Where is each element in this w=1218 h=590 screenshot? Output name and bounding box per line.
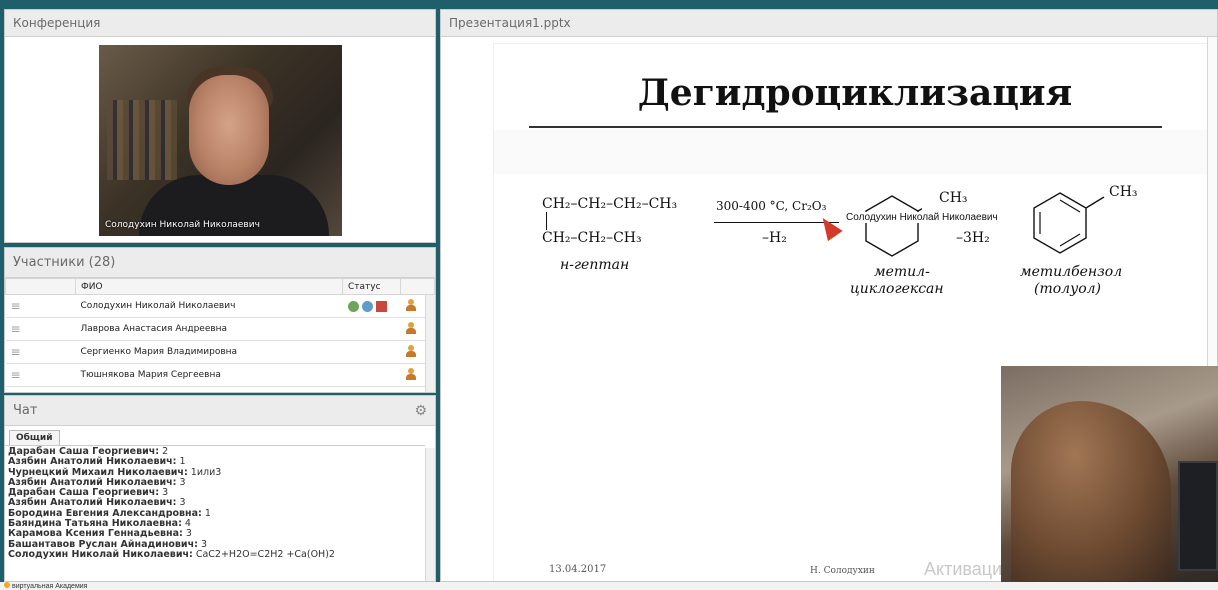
slide-title: Дегидроциклизация xyxy=(637,72,1073,114)
table-row[interactable]: ≡ Солодухин Николай Николаевич xyxy=(5,294,435,318)
presenter-icon xyxy=(375,300,387,312)
participants-scrollbar[interactable] xyxy=(425,295,435,392)
minus-h2: –H₂ xyxy=(762,230,787,246)
presentation-header: Презентация1.pptx xyxy=(441,10,1217,37)
main-video[interactable]: Солодухин Николай Николаевич xyxy=(99,45,342,236)
bond-line xyxy=(546,212,547,230)
participants-header: Участники (28) xyxy=(5,248,435,278)
monitor-bg xyxy=(1178,461,1218,571)
participant-name: Лаврова Анастасия Андреевна xyxy=(75,317,343,341)
participant-name: Сергиенко Мария Владимировна xyxy=(75,340,343,364)
title-rule xyxy=(529,126,1162,128)
webcam-icon xyxy=(347,300,359,312)
cyclohexane-ring xyxy=(865,195,922,257)
table-row[interactable]: ≡ Лаврова Анастасия Андреевна xyxy=(5,317,435,341)
app-flame-icon xyxy=(4,582,10,588)
drag-handle-icon[interactable]: ≡ xyxy=(11,368,21,382)
participant-name: Тюшнякова Мария Сергеевна xyxy=(75,363,343,387)
participants-panel: Участники (28) ФИО Статус ≡ Солодухин Ни… xyxy=(4,247,436,393)
participants-table: ФИО Статус ≡ Солодухин Николай Николаеви… xyxy=(5,278,435,387)
col-name[interactable]: ФИО xyxy=(75,278,343,295)
bookshelf-bg xyxy=(107,100,177,180)
heptane-name: н-гептан xyxy=(560,257,630,273)
participant-name: Солодухин Николай Николаевич xyxy=(75,294,343,318)
taskbar: виртуальная Академия xyxy=(0,582,1218,590)
toluene-2: (толуол) xyxy=(1034,281,1102,297)
col-handle xyxy=(5,278,76,295)
microphone-icon xyxy=(361,300,373,312)
table-row[interactable]: ≡ Тюшнякова Мария Сергеевна xyxy=(5,363,435,387)
benzene-ring xyxy=(1033,192,1105,254)
slide-date: 13.04.2017 xyxy=(549,564,607,575)
slide-band xyxy=(494,130,1217,174)
settings-gear-icon[interactable]: ⚙ xyxy=(414,403,427,419)
chat-title: Чат xyxy=(13,403,38,418)
minus-3h2: –3H₂ xyxy=(956,230,990,246)
ch3-label-b: CH₃ xyxy=(1109,184,1138,200)
activation-watermark: Активаци xyxy=(924,559,1003,579)
methylcyclohexane-1: метил- xyxy=(874,264,930,280)
user-icon xyxy=(405,298,416,311)
person-head xyxy=(1011,401,1171,581)
heptane-line1: CH₂–CH₂–CH₂–CH₃ xyxy=(542,196,678,212)
pointer-label: Солодухин Николай Николаевич xyxy=(845,212,999,223)
tab-general[interactable]: Общий xyxy=(9,430,60,446)
left-column: Конференция Солодухин Николай Николаевич… xyxy=(4,9,436,582)
conference-panel: Конференция Солодухин Николай Николаевич xyxy=(4,9,436,243)
col-extra xyxy=(400,278,435,295)
drag-handle-icon[interactable]: ≡ xyxy=(11,322,21,336)
drag-handle-icon[interactable]: ≡ xyxy=(11,345,21,359)
chat-log: Дарабан Саша Георгиевич: 2 Азябин Анатол… xyxy=(5,445,425,581)
chat-panel: Чат ⚙ Общий Дарабан Саша Георгиевич: 2 А… xyxy=(4,395,436,582)
user-icon xyxy=(405,367,416,380)
speaker-face xyxy=(189,75,269,185)
taskbar-app[interactable]: виртуальная Академия xyxy=(12,583,87,590)
drag-handle-icon[interactable]: ≡ xyxy=(11,299,21,313)
presentation-filename: Презентация1.pptx xyxy=(449,16,571,30)
user-icon xyxy=(405,321,416,334)
table-row[interactable]: ≡ Сергиенко Мария Владимировна xyxy=(5,340,435,364)
reaction-conditions: 300-400 °C, Cr₂O₃ xyxy=(716,199,827,213)
chat-scrollbar[interactable] xyxy=(425,448,435,581)
ch3-label-a: CH₃ xyxy=(939,190,968,206)
presenter-pointer-icon xyxy=(815,212,843,242)
conference-title: Конференция xyxy=(13,16,101,30)
toluene-1: метилбензол xyxy=(1020,264,1123,280)
heptane-line2: CH₂–CH₂–CH₃ xyxy=(542,230,642,246)
slide-author: Н. Солодухин xyxy=(810,566,875,576)
participants-title: Участники (28) xyxy=(13,255,116,270)
video-caption: Солодухин Николай Николаевич xyxy=(105,220,260,230)
methylcyclohexane-2: циклогексан xyxy=(850,281,944,297)
chat-message: Солодухин Николай Николаевич: CaC2+H2O=C… xyxy=(8,548,335,560)
col-status[interactable]: Статус xyxy=(342,278,401,295)
chat-header: Чат ⚙ xyxy=(5,396,435,426)
secondary-video[interactable] xyxy=(1001,366,1218,590)
conference-header: Конференция xyxy=(5,10,435,37)
user-icon xyxy=(405,344,416,357)
